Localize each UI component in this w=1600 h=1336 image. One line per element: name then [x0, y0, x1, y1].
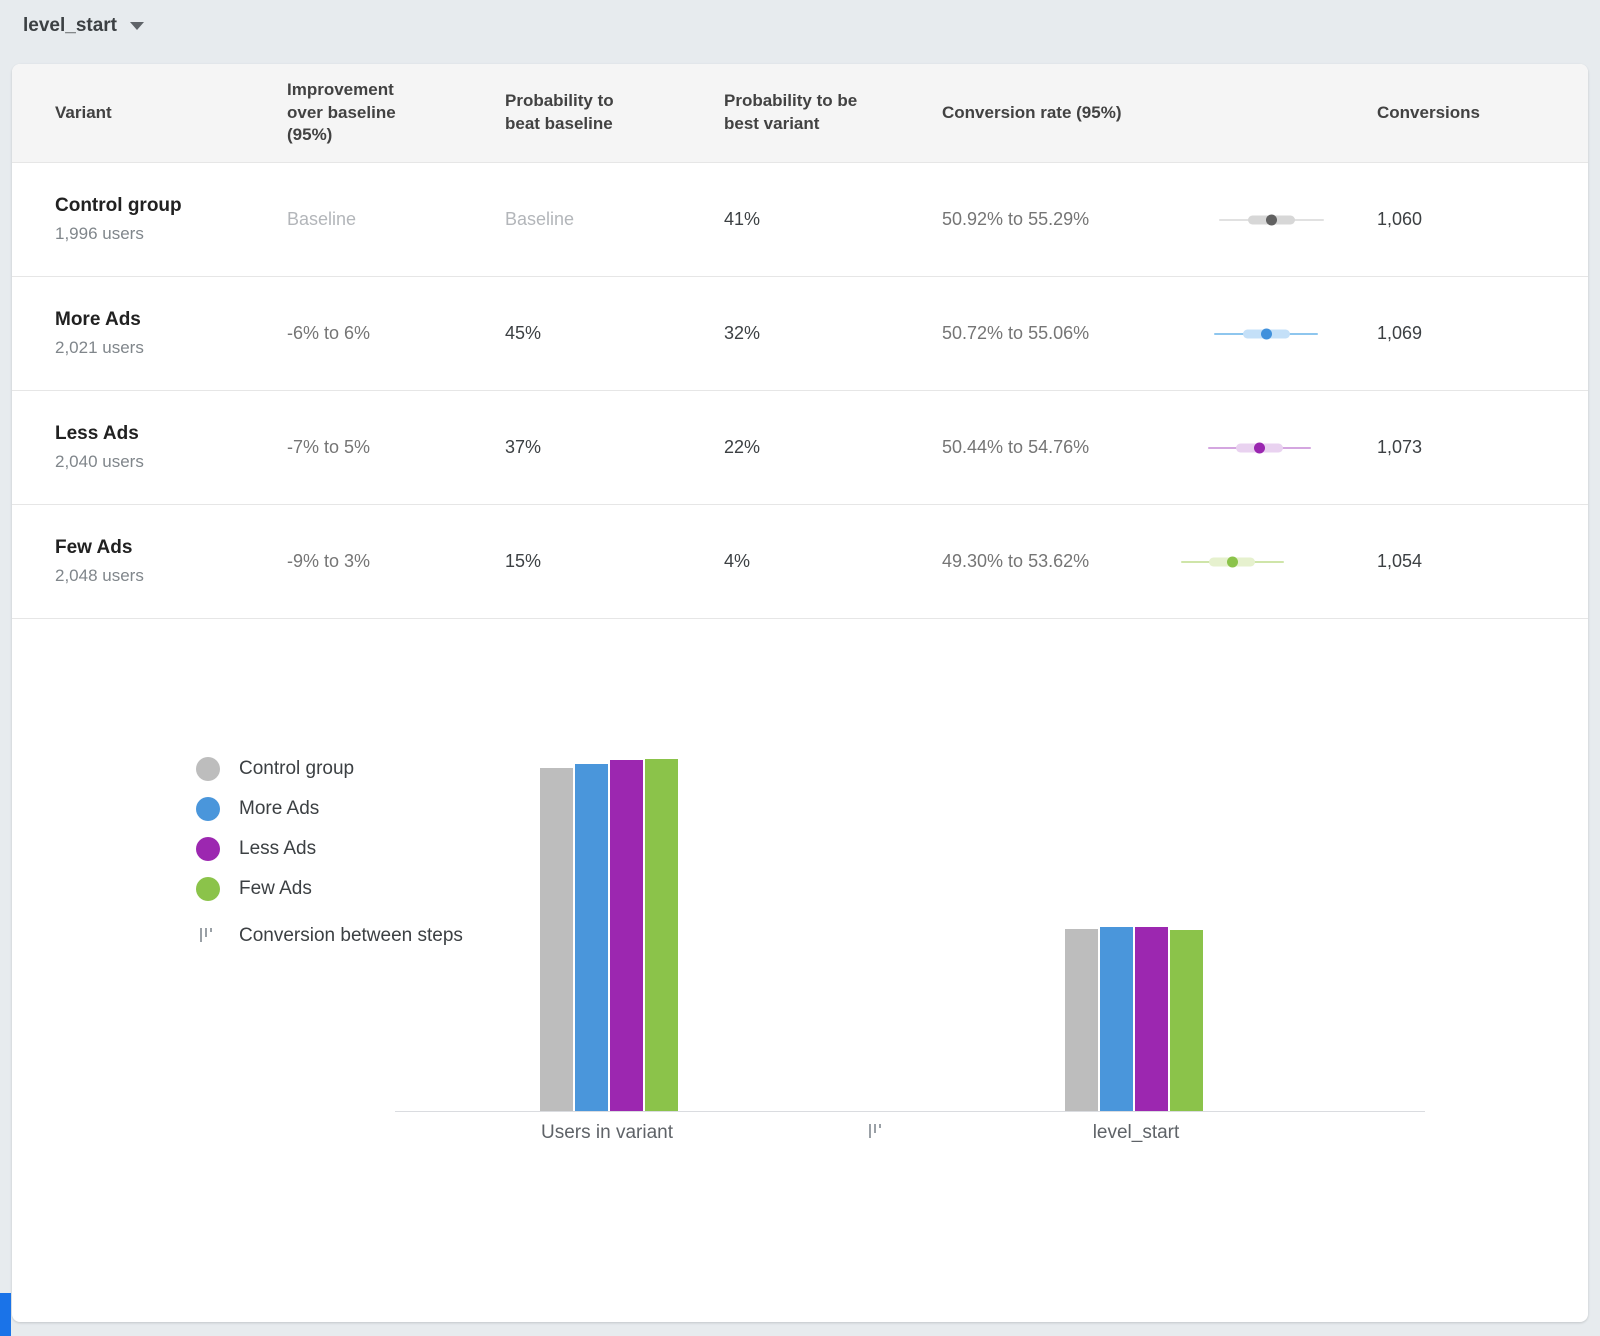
prob-beat-value: 15% [505, 551, 724, 572]
variant-name: Few Ads [55, 537, 287, 559]
column-header-conversions: Conversions [1377, 102, 1542, 125]
legend-item: Less Ads [196, 837, 463, 861]
variant-cell: Control group 1,996 users [55, 195, 287, 244]
conversion-steps-icon [196, 928, 220, 944]
legend-label: More Ads [239, 798, 319, 820]
legend-steps-item: Conversion between steps [196, 925, 463, 947]
improvement-value: Baseline [287, 209, 505, 230]
conversion-rate-range: 50.44% to 54.76% [942, 437, 1157, 458]
legend-color-dot [196, 797, 220, 821]
prob-beat-value: Baseline [505, 209, 724, 230]
chart-legend: Control group More Ads Less Ads Few Ads … [196, 757, 463, 947]
conversion-rate-range: 50.92% to 55.29% [942, 209, 1157, 230]
improvement-value: -9% to 3% [287, 551, 505, 572]
table-row: Control group 1,996 users Baseline Basel… [12, 163, 1588, 277]
confidence-interval-viz [1171, 212, 1331, 228]
legend-color-dot [196, 877, 220, 901]
column-header-improvement: Improvement over baseline (95%) [287, 79, 419, 148]
conversions-value: 1,069 [1377, 323, 1542, 344]
ci-dot [1261, 328, 1272, 339]
conversion-rate-cell: 50.92% to 55.29% [942, 209, 1377, 230]
conversions-value: 1,060 [1377, 209, 1542, 230]
bar-group-level-start [1065, 927, 1203, 1111]
legend-color-dot [196, 757, 220, 781]
table-header: Variant Improvement over baseline (95%) … [12, 64, 1588, 163]
metric-selector-bar: level_start [0, 0, 144, 52]
scrollbar-fragment [0, 1293, 11, 1336]
column-header-prob-beat: Probability to beat baseline [505, 90, 673, 136]
prob-best-value: 22% [724, 437, 942, 458]
conversion-rate-cell: 50.44% to 54.76% [942, 437, 1377, 458]
conversion-rate-cell: 50.72% to 55.06% [942, 323, 1377, 344]
conversions-value: 1,073 [1377, 437, 1542, 458]
prob-best-value: 32% [724, 323, 942, 344]
conversion-rate-range: 49.30% to 53.62% [942, 551, 1157, 572]
ci-dot [1227, 556, 1238, 567]
table-row: More Ads 2,021 users -6% to 6% 45% 32% 5… [12, 277, 1588, 391]
variant-name: Control group [55, 195, 287, 217]
legend-color-dot [196, 837, 220, 861]
funnel-chart: Control group More Ads Less Ads Few Ads … [12, 619, 1588, 1322]
bar-less-ads [1135, 927, 1168, 1111]
ci-dot [1266, 214, 1277, 225]
variant-users: 2,040 users [55, 452, 287, 472]
improvement-value: -7% to 5% [287, 437, 505, 458]
legend-label: Few Ads [239, 878, 312, 900]
chevron-down-icon [130, 22, 144, 30]
table-row: Few Ads 2,048 users -9% to 3% 15% 4% 49.… [12, 505, 1588, 619]
column-header-variant: Variant [55, 102, 287, 125]
bar-few-ads [1170, 930, 1203, 1111]
experiment-results-card: Variant Improvement over baseline (95%) … [12, 64, 1588, 1322]
conversion-steps-icon [865, 1124, 889, 1140]
prob-beat-value: 45% [505, 323, 724, 344]
metric-dropdown-label: level_start [23, 15, 117, 37]
legend-item: Few Ads [196, 877, 463, 901]
variant-users: 2,048 users [55, 566, 287, 586]
x-axis-line [395, 1111, 1425, 1112]
conversions-value: 1,054 [1377, 551, 1542, 572]
legend-item: More Ads [196, 797, 463, 821]
confidence-interval-viz [1171, 326, 1331, 342]
bar-control-group [1065, 929, 1098, 1111]
bar-less-ads [610, 760, 643, 1111]
metric-dropdown[interactable]: level_start [23, 15, 144, 37]
category-label: level_start [996, 1122, 1276, 1144]
prob-best-value: 41% [724, 209, 942, 230]
table-row: Less Ads 2,040 users -7% to 5% 37% 22% 5… [12, 391, 1588, 505]
legend-label: Less Ads [239, 838, 316, 860]
conversion-rate-cell: 49.30% to 53.62% [942, 551, 1377, 572]
prob-best-value: 4% [724, 551, 942, 572]
variant-cell: Less Ads 2,040 users [55, 423, 287, 472]
variant-users: 1,996 users [55, 224, 287, 244]
confidence-interval-viz [1171, 554, 1331, 570]
bar-group-users-in-variant [540, 759, 678, 1111]
variant-cell: More Ads 2,021 users [55, 309, 287, 358]
variant-name: Less Ads [55, 423, 287, 445]
bar-more-ads [1100, 927, 1133, 1111]
legend-steps-label: Conversion between steps [239, 925, 463, 947]
legend-item: Control group [196, 757, 463, 781]
variant-name: More Ads [55, 309, 287, 331]
bar-control-group [540, 768, 573, 1111]
variant-users: 2,021 users [55, 338, 287, 358]
improvement-value: -6% to 6% [287, 323, 505, 344]
column-header-prob-best: Probability to be best variant [724, 90, 892, 136]
legend-label: Control group [239, 758, 354, 780]
column-header-conv-rate: Conversion rate (95%) [942, 102, 1377, 125]
prob-beat-value: 37% [505, 437, 724, 458]
variant-cell: Few Ads 2,048 users [55, 537, 287, 586]
ci-dot [1254, 442, 1265, 453]
confidence-interval-viz [1171, 440, 1331, 456]
bar-more-ads [575, 764, 608, 1111]
conversion-rate-range: 50.72% to 55.06% [942, 323, 1157, 344]
category-label: Users in variant [467, 1122, 747, 1144]
bar-few-ads [645, 759, 678, 1111]
